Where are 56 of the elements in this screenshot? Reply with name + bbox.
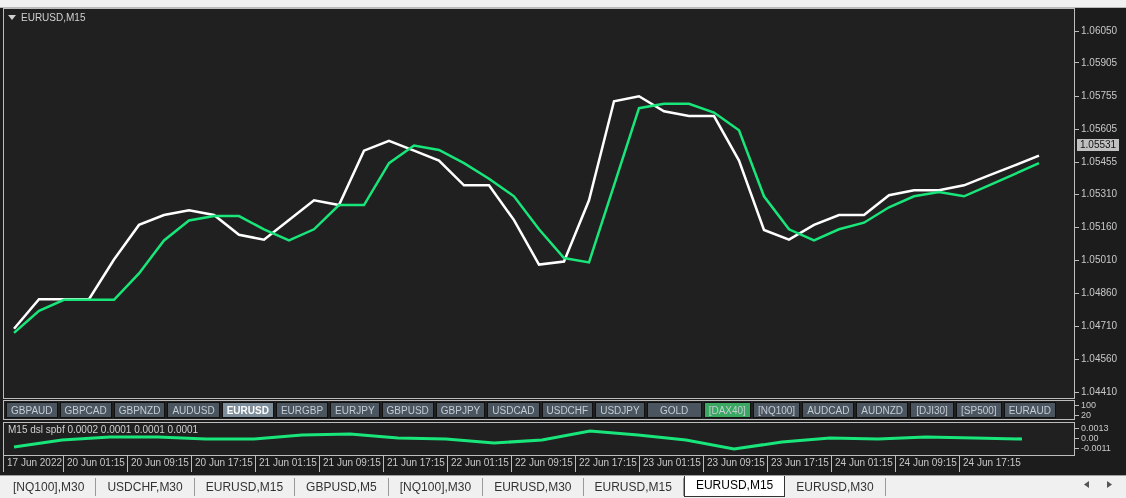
chart-tab[interactable]: EURUSD,M30 xyxy=(483,478,584,496)
time-label: 24 Jun 01:15 xyxy=(831,456,895,472)
time-label: 24 Jun 09:15 xyxy=(895,456,959,472)
time-label: 22 Jun 09:15 xyxy=(511,456,575,472)
symbol-button[interactable]: [SP500] xyxy=(956,402,1002,418)
chart-tab[interactable]: EURUSD,M30 xyxy=(785,478,886,496)
symbol-button[interactable]: [NQ100] xyxy=(752,402,801,418)
chart-tab[interactable]: EURUSD,M15 xyxy=(194,478,296,496)
symbol-button[interactable]: USDCHF xyxy=(541,402,594,418)
scale-label: 20 xyxy=(1075,410,1091,420)
dropdown-icon xyxy=(8,15,16,20)
symbol-button[interactable]: EURJPY xyxy=(330,402,380,418)
time-label: 20 Jun 01:15 xyxy=(63,456,127,472)
time-label: 22 Jun 01:15 xyxy=(447,456,511,472)
symbol-button[interactable]: AUDNZD xyxy=(856,402,909,418)
chart-tab[interactable]: EURUSD,M15 xyxy=(583,478,684,496)
scroll-right-icon[interactable] xyxy=(1107,481,1112,488)
time-label: 20 Jun 17:15 xyxy=(191,456,255,472)
symbol-button[interactable]: USDJPY xyxy=(595,402,645,418)
scale-label: 100 xyxy=(1075,400,1097,410)
chart-tab[interactable]: GBPUSD,M5 xyxy=(295,478,389,496)
chart-title: EURUSD,M15 xyxy=(21,12,86,23)
symbol-button[interactable]: USDCAD xyxy=(487,402,540,418)
chart-tab[interactable]: USDCHF,M30 xyxy=(96,478,195,496)
chart-tab[interactable]: [NQ100],M30 xyxy=(2,478,97,496)
symbol-button[interactable]: AUDUSD xyxy=(167,402,220,418)
time-label: 24 Jun 17:15 xyxy=(959,456,1023,472)
chart-tab[interactable]: [NQ100],M30 xyxy=(388,478,484,496)
symbol-button[interactable]: [DJI30] xyxy=(910,402,955,418)
indicator-label: 0.00 xyxy=(1075,434,1099,443)
time-label: 23 Jun 17:15 xyxy=(767,456,831,472)
time-label: 17 Jun 2022 xyxy=(3,456,63,472)
symbol-button[interactable]: GOLD xyxy=(646,402,702,418)
symbol-button[interactable]: GBPJPY xyxy=(435,402,486,418)
indicator-title: M15 dsl spbf 0.0002 0.0001 0.0001 0.0001 xyxy=(8,424,199,435)
indicator-label: 0.0013 xyxy=(1075,424,1109,433)
symbol-button[interactable]: GBPAUD xyxy=(6,402,58,418)
time-label: 21 Jun 09:15 xyxy=(319,456,383,472)
symbol-button[interactable]: GBPNZD xyxy=(113,402,166,418)
time-label: 21 Jun 01:15 xyxy=(255,456,319,472)
symbol-button[interactable]: EURUSD xyxy=(221,402,274,418)
symbol-button[interactable]: EURAUD xyxy=(1003,402,1056,418)
time-label: 22 Jun 17:15 xyxy=(575,456,639,472)
price-label: 1.05905 xyxy=(1075,56,1118,69)
indicator-label: -0.0011 xyxy=(1075,444,1111,453)
symbol-button[interactable]: GBPCAD xyxy=(59,402,112,418)
time-label: 20 Jun 09:15 xyxy=(127,456,191,472)
scroll-left-icon[interactable] xyxy=(1084,481,1089,488)
time-label: 21 Jun 17:15 xyxy=(383,456,447,472)
current-price-badge: 1.05531 xyxy=(1077,139,1120,152)
symbol-button[interactable]: EURGBP xyxy=(275,402,329,418)
time-label: 23 Jun 01:15 xyxy=(639,456,703,472)
time-label: 23 Jun 09:15 xyxy=(703,456,767,472)
chart-tab[interactable]: EURUSD,M15 xyxy=(683,476,786,497)
symbol-button[interactable]: GBPUSD xyxy=(381,402,434,418)
symbol-button[interactable]: AUDCAD xyxy=(802,402,855,418)
